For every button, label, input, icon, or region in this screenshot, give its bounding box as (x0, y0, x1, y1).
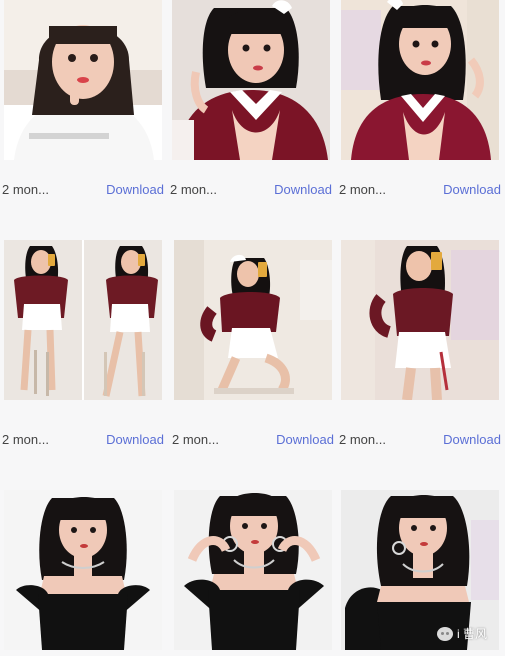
image-thumbnail[interactable] (4, 490, 162, 650)
photo-maid-selfie-red-velvet-2 (341, 0, 499, 160)
image-meta: 2 mon... Download (168, 180, 336, 200)
image-meta: 2 mon... Download (337, 430, 505, 450)
image-thumbnail[interactable] (341, 0, 499, 160)
download-link[interactable]: Download (443, 180, 501, 200)
download-link[interactable]: Download (276, 430, 334, 450)
image-meta: 2 mon... Download (170, 430, 338, 450)
photo-selfie-white-tshirt (4, 0, 162, 160)
image-thumbnail[interactable] (174, 240, 332, 400)
image-thumbnail[interactable] (341, 240, 499, 400)
download-link[interactable]: Download (106, 180, 164, 200)
image-meta: 2 mon... Download (0, 430, 168, 450)
timestamp: 2 mon... (339, 182, 386, 197)
photo-maid-kneeling-phone (174, 240, 332, 400)
timestamp: 2 mon... (2, 182, 49, 197)
image-thumbnail[interactable] (174, 490, 332, 650)
image-meta: 2 mon... Download (337, 180, 505, 200)
timestamp: 2 mon... (339, 432, 386, 447)
timestamp: 2 mon... (172, 432, 219, 447)
image-thumbnail[interactable] (4, 240, 162, 400)
download-link[interactable]: Download (443, 430, 501, 450)
photo-maid-selfie-red-velvet (172, 0, 330, 160)
watermark: i 曹风 (436, 625, 487, 642)
photo-maid-mirror-half-body (341, 240, 499, 400)
timestamp: 2 mon... (170, 182, 217, 197)
download-link[interactable]: Download (274, 180, 332, 200)
image-thumbnail[interactable] (172, 0, 330, 160)
watermark-text: i 曹风 (456, 627, 487, 641)
download-link[interactable]: Download (106, 430, 164, 450)
image-meta: 2 mon... Download (0, 180, 168, 200)
wechat-icon (436, 626, 453, 641)
timestamp: 2 mon... (2, 432, 49, 447)
image-thumbnail[interactable] (4, 0, 162, 160)
photo-maid-mirror-full-body (4, 240, 162, 400)
photo-black-dress-hands (174, 490, 332, 650)
photo-black-dress-front (4, 490, 162, 650)
image-grid: 2 mon... Download 2 mon... Download 2 mo… (0, 0, 505, 656)
